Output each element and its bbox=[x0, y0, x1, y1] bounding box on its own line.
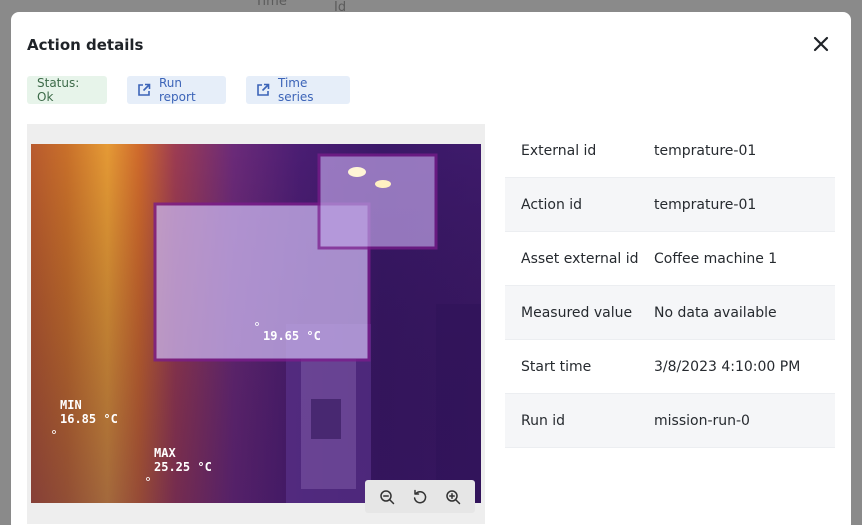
zoom-in-button[interactable] bbox=[442, 486, 464, 508]
details-table: External id temprature-01 Action id temp… bbox=[505, 124, 835, 448]
details-value: mission-run-0 bbox=[654, 412, 750, 429]
thermal-reading: 19.65 °C bbox=[263, 329, 321, 343]
min-value: 16.85 °C bbox=[60, 412, 118, 426]
external-link-icon bbox=[138, 83, 151, 96]
max-value: 25.25 °C bbox=[154, 460, 212, 474]
details-key: Run id bbox=[521, 412, 566, 429]
details-value: temprature-01 bbox=[654, 142, 757, 159]
zoom-out-icon bbox=[380, 489, 395, 504]
time-series-button[interactable]: Time series bbox=[246, 76, 350, 104]
zoom-in-icon bbox=[445, 489, 460, 504]
background-time-label: Time bbox=[255, 0, 287, 9]
max-label: MAX bbox=[154, 446, 176, 460]
run-report-button[interactable]: Run report bbox=[127, 76, 226, 104]
min-label: MIN bbox=[60, 398, 82, 412]
details-row: Action id temprature-01 bbox=[505, 178, 835, 232]
status-label: Status: Ok bbox=[37, 76, 80, 104]
action-details-modal: Action details Status: Ok Run report Tim… bbox=[11, 12, 851, 525]
details-value: 3/8/2023 4:10:00 PM bbox=[654, 358, 801, 375]
details-key: Start time bbox=[521, 358, 592, 375]
external-link-icon bbox=[257, 83, 270, 96]
zoom-out-button[interactable] bbox=[376, 486, 398, 508]
details-value: temprature-01 bbox=[654, 196, 757, 213]
run-report-label: Run report bbox=[159, 76, 196, 104]
details-key: Measured value bbox=[521, 304, 633, 321]
details-row: External id temprature-01 bbox=[505, 124, 835, 178]
close-icon bbox=[813, 36, 829, 52]
status-badge: Status: Ok bbox=[27, 76, 107, 104]
details-value: No data available bbox=[654, 304, 777, 321]
image-viewer: 19.65 °C MIN 16.85 °C MAX 25.25 °C bbox=[27, 124, 485, 524]
thermal-image: 19.65 °C MIN 16.85 °C MAX 25.25 °C bbox=[31, 144, 481, 503]
zoom-controls bbox=[365, 480, 475, 513]
details-value: Coffee machine 1 bbox=[654, 250, 778, 267]
details-key: External id bbox=[521, 142, 597, 159]
modal-title: Action details bbox=[27, 36, 144, 54]
details-key: Asset external id bbox=[521, 250, 639, 267]
time-series-label: Time series bbox=[278, 76, 314, 104]
details-row: Run id mission-run-0 bbox=[505, 394, 835, 448]
details-row: Measured value No data available bbox=[505, 286, 835, 340]
reset-icon bbox=[413, 489, 427, 503]
details-key: Action id bbox=[521, 196, 583, 213]
details-row: Asset external id Coffee machine 1 bbox=[505, 232, 835, 286]
reset-zoom-button[interactable] bbox=[409, 486, 431, 508]
close-button[interactable] bbox=[811, 34, 831, 54]
details-row: Start time 3/8/2023 4:10:00 PM bbox=[505, 340, 835, 394]
